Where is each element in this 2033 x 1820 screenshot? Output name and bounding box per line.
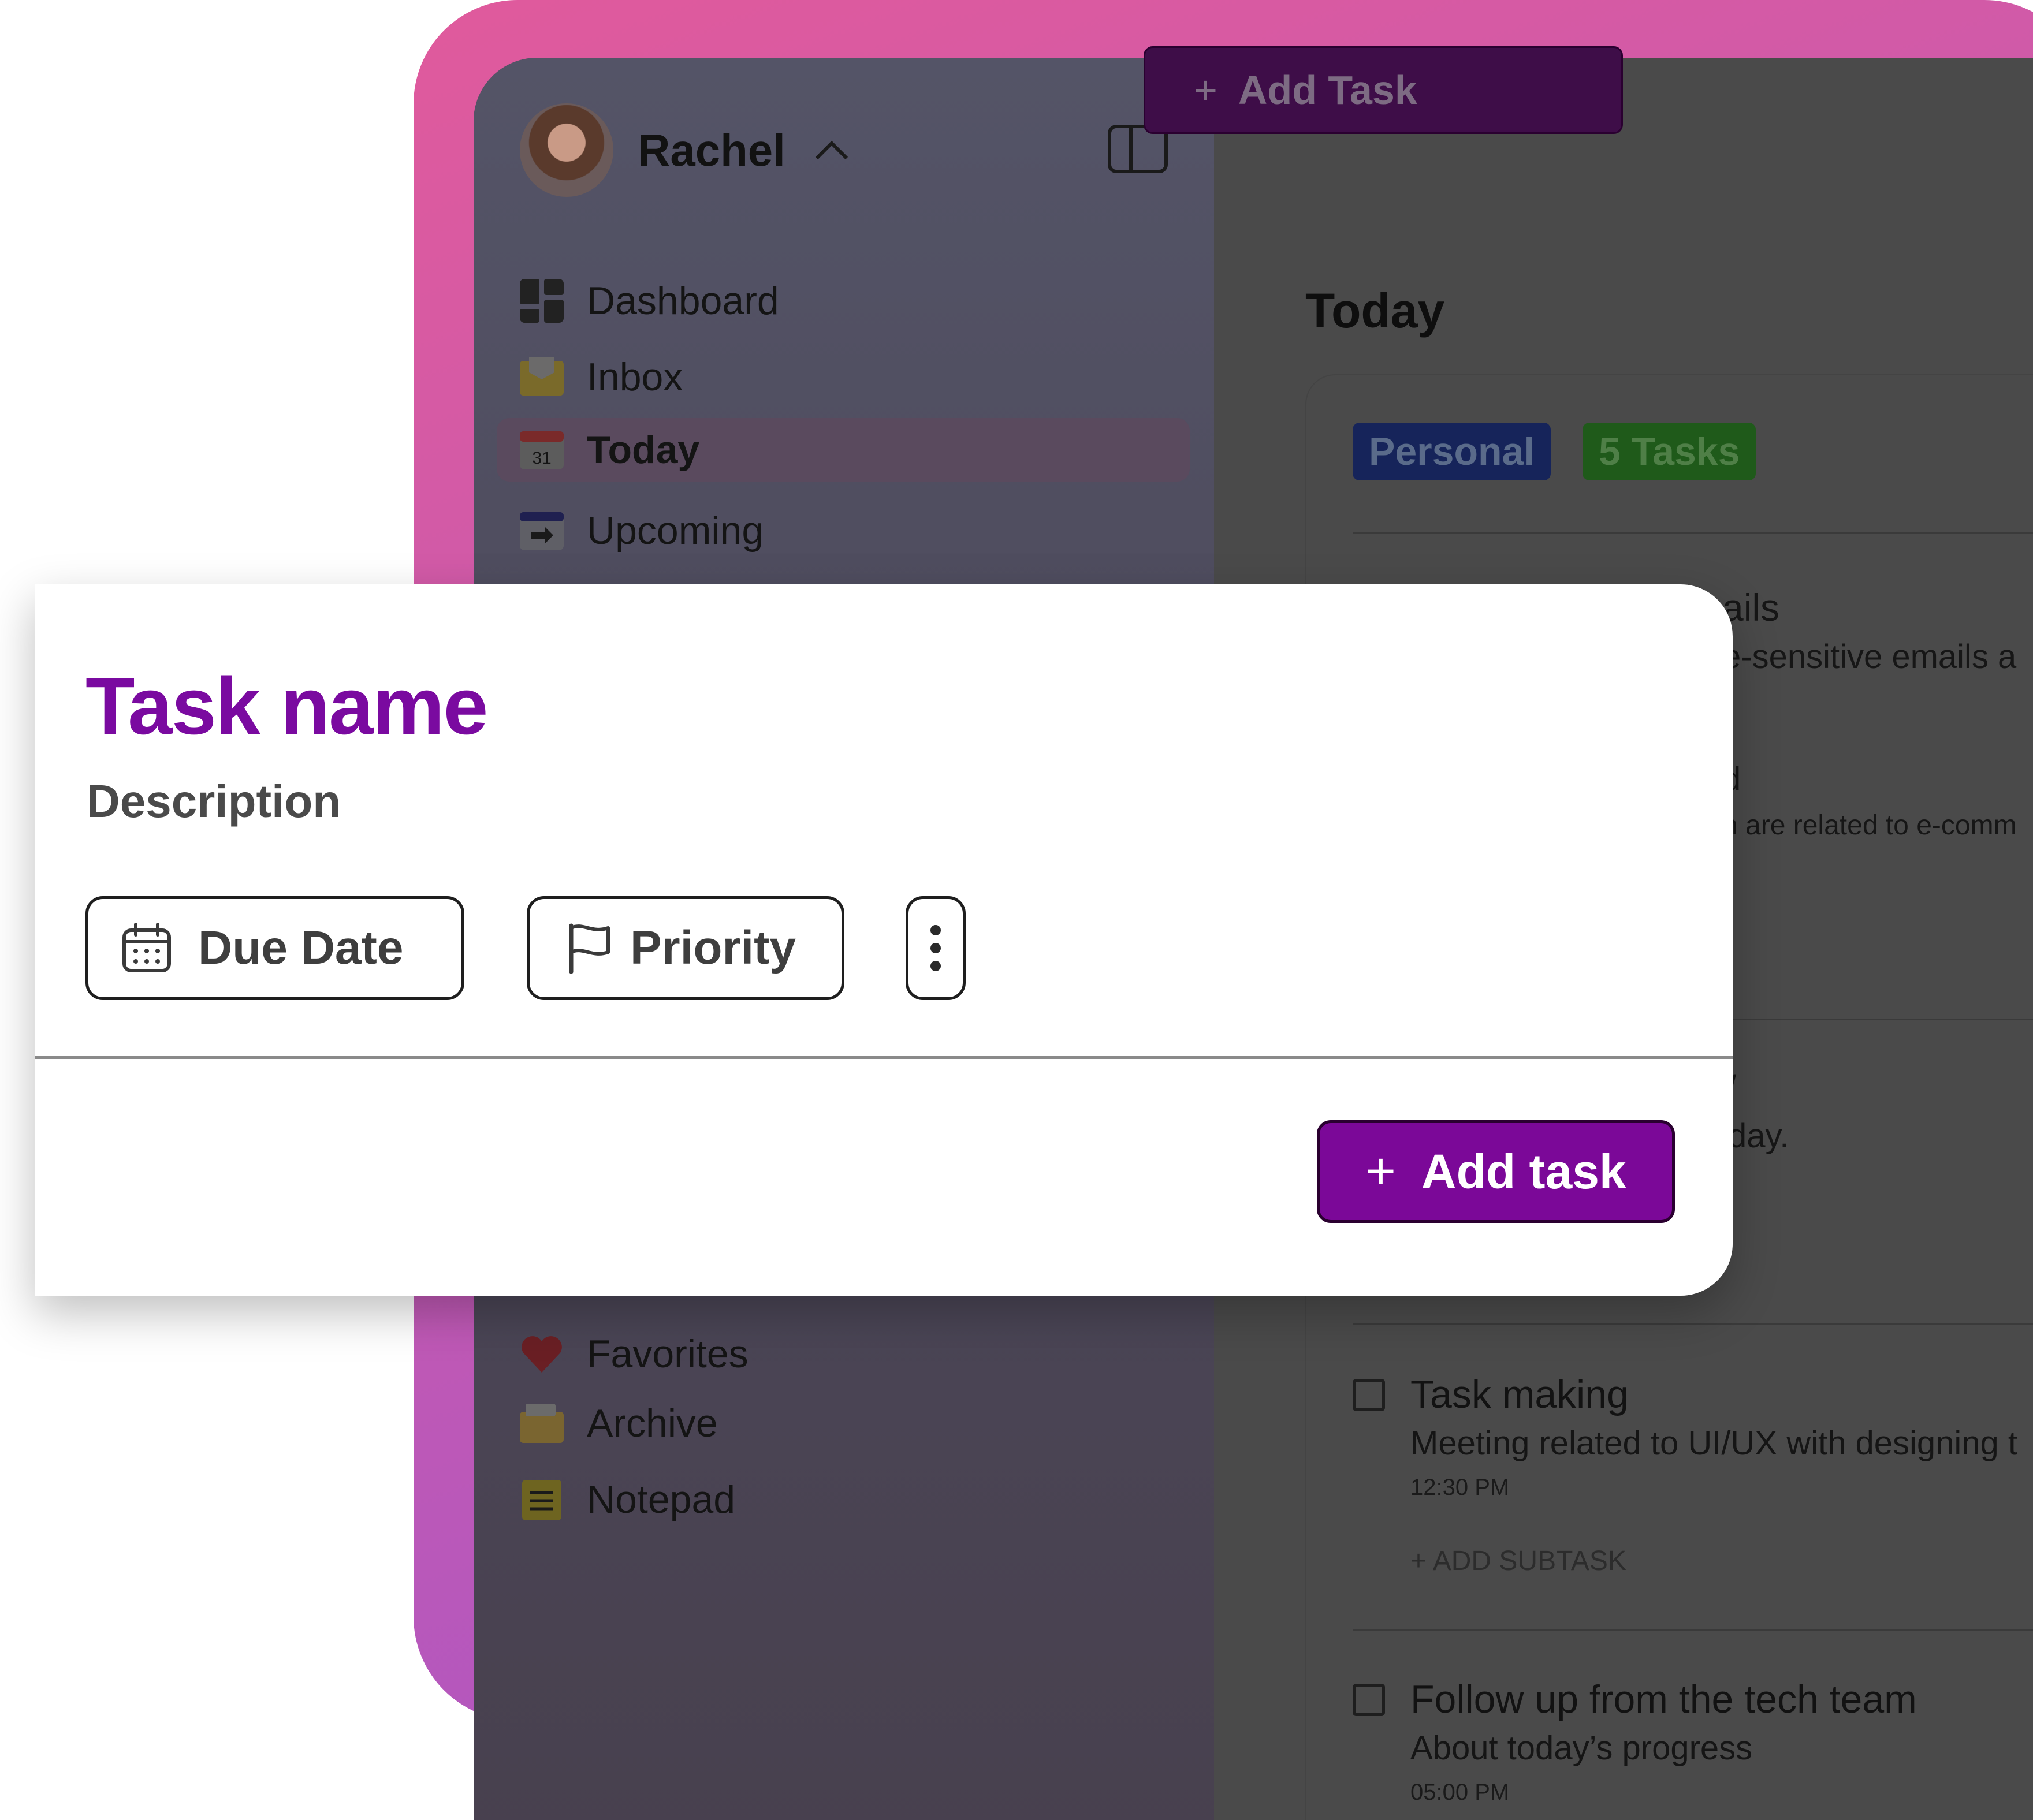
add-task-button[interactable]: + Add Task — [1144, 46, 1623, 134]
notepad-icon — [522, 1480, 561, 1520]
page-title: Today — [1305, 284, 1445, 338]
sidebar-item-label: Dashboard — [587, 279, 779, 323]
task-checkbox[interactable] — [1353, 1684, 1385, 1716]
dialog-divider — [35, 1056, 1733, 1059]
avatar[interactable] — [520, 103, 613, 197]
user-menu[interactable]: Rachel — [520, 103, 850, 197]
heart-icon — [522, 1336, 562, 1373]
sidebar-item-archive[interactable]: Archive — [520, 1392, 718, 1455]
sidebar-item-dashboard[interactable]: Dashboard — [520, 269, 779, 333]
add-task-submit-label: Add task — [1421, 1144, 1626, 1199]
task-time: 12:30 PM — [1410, 1475, 1510, 1500]
add-subtask-link[interactable]: + ADD SUBTASK — [1410, 1545, 1626, 1577]
project-badge[interactable]: Personal — [1353, 423, 1551, 480]
task-description: e-sensitive emails a — [1722, 638, 2017, 676]
task-description: About today’s progress — [1410, 1729, 1753, 1767]
sidebar-item-label: Favorites — [587, 1332, 749, 1376]
flag-icon — [569, 923, 610, 974]
more-options-button[interactable] — [906, 896, 966, 1000]
more-vertical-icon — [930, 925, 941, 971]
task-description-input[interactable]: Description — [87, 775, 341, 828]
dashboard-icon — [520, 279, 564, 323]
calendar-upcoming-icon — [520, 512, 564, 550]
priority-label: Priority — [630, 922, 796, 974]
calendar-31-icon: 31 — [520, 431, 564, 469]
task-description: Meeting related to UI/UX with designing … — [1410, 1424, 2017, 1462]
inbox-icon — [520, 357, 564, 396]
due-date-label: Due Date — [198, 922, 404, 974]
task-name-input[interactable]: Task name — [85, 659, 488, 753]
chevron-up-icon[interactable] — [813, 139, 850, 162]
plus-icon: + — [1365, 1142, 1396, 1200]
sidebar-item-label: Today — [587, 428, 700, 472]
quick-add-task-dialog: Task name Description Due Date Priority … — [35, 584, 1733, 1296]
divider — [1353, 1629, 2033, 1631]
task-title: Task making — [1410, 1373, 1629, 1416]
sidebar-item-inbox[interactable]: Inbox — [520, 345, 683, 409]
sidebar-item-label: Inbox — [587, 355, 683, 399]
sidebar-item-label: Notepad — [587, 1478, 736, 1521]
sidebar-item-upcoming[interactable]: Upcoming — [520, 499, 764, 562]
add-task-submit-button[interactable]: + Add task — [1317, 1120, 1675, 1223]
sidebar-item-label: Archive — [587, 1401, 718, 1445]
divider — [1353, 532, 2033, 534]
plus-icon: + — [1194, 68, 1217, 113]
add-task-label: Add Task — [1238, 68, 1417, 113]
due-date-button[interactable]: Due Date — [85, 896, 464, 1000]
task-time: 05:00 PM — [1410, 1780, 1510, 1805]
task-description: h are related to e-comm — [1722, 810, 2017, 841]
task-title: Follow up from the tech team — [1410, 1677, 1917, 1721]
priority-button[interactable]: Priority — [527, 896, 844, 1000]
calendar-day-number: 31 — [532, 449, 551, 468]
task-count-badge: 5 Tasks — [1583, 423, 1756, 480]
task-description: day. — [1728, 1117, 1789, 1155]
user-name: Rachel — [638, 124, 785, 176]
divider — [1353, 1323, 2033, 1325]
sidebar-item-notepad[interactable]: Notepad — [520, 1468, 735, 1531]
task-checkbox[interactable] — [1353, 1379, 1385, 1411]
sidebar-item-today[interactable]: 31 Today — [497, 418, 1190, 482]
sidebar-item-favorites[interactable]: Favorites — [520, 1322, 749, 1386]
sidebar-item-label: Upcoming — [587, 509, 764, 553]
calendar-icon — [122, 923, 171, 972]
archive-icon — [520, 1404, 564, 1443]
